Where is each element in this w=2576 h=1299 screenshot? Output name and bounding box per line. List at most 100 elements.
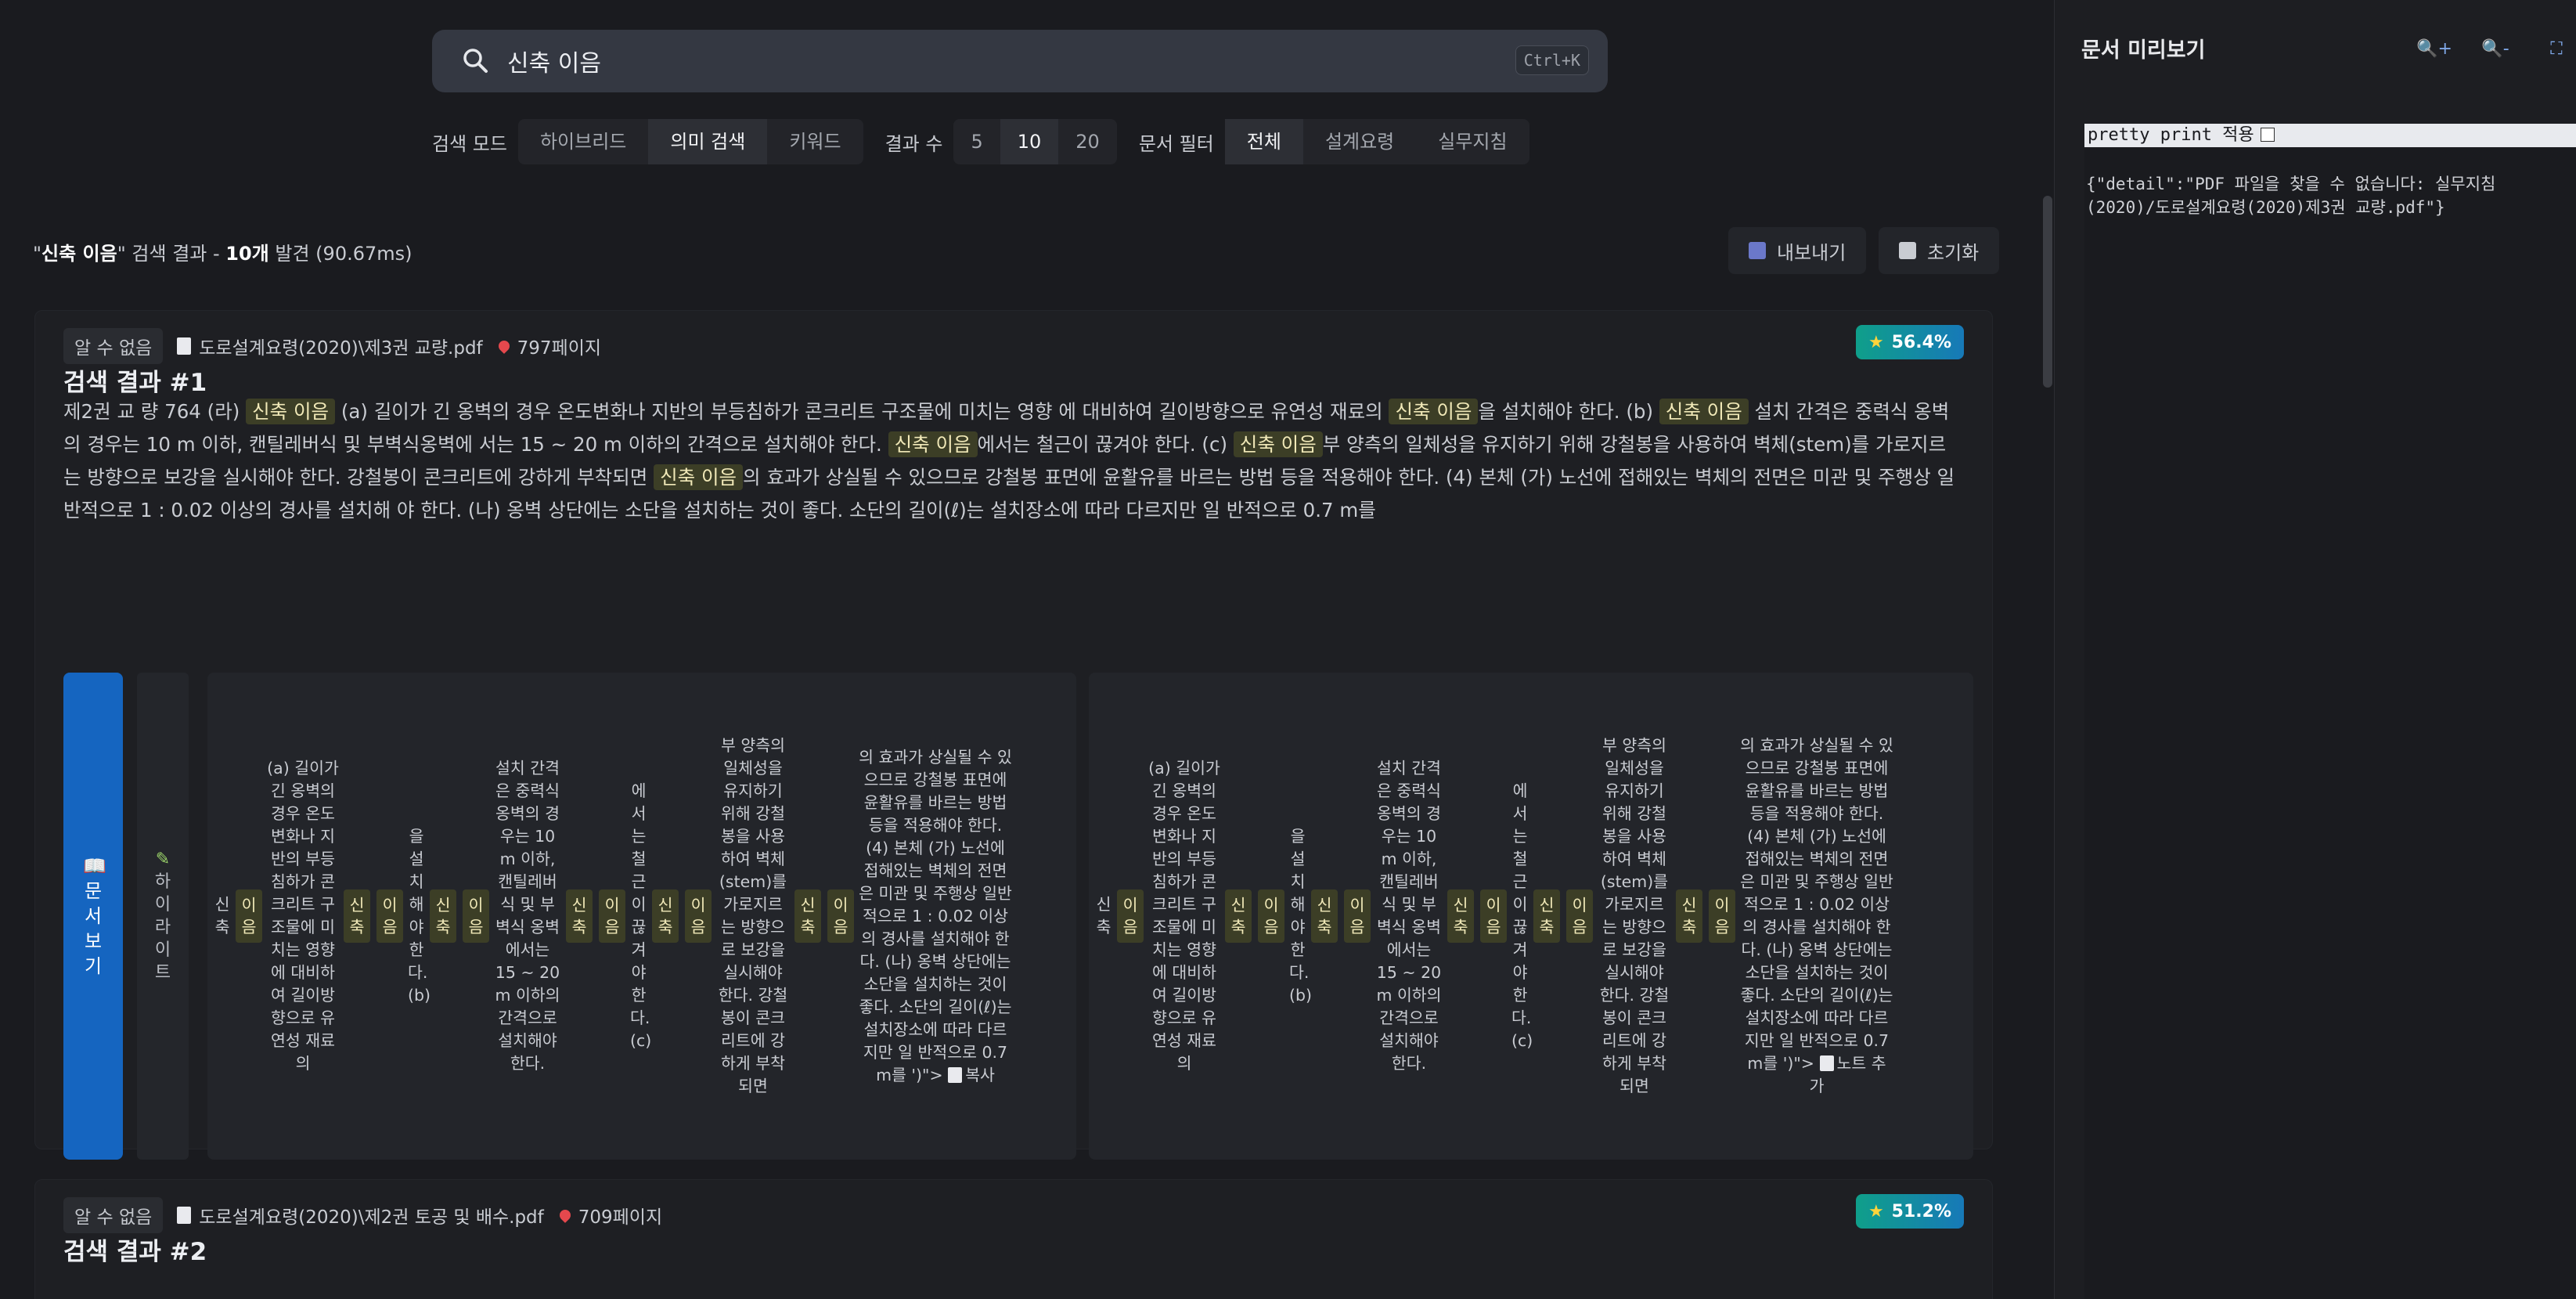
snippet-fragment: 부 양측의 일체성을 유지하기 위해 강철봉을 사용하여 벽체(stem)를 가… [718, 736, 788, 1095]
highlight-pill: 신축 [794, 889, 821, 943]
search-mode-semantic[interactable]: 의미 검색 [648, 119, 768, 164]
pencil-icon: ✎ [155, 850, 171, 869]
doc-filter-all[interactable]: 전체 [1224, 119, 1303, 164]
snippet-text: 제2권 교 량 764 (라) [63, 400, 247, 423]
category-chip: 알 수 없음 [63, 328, 164, 364]
note-icon [948, 1066, 963, 1083]
rendered-snippet-column: 신축 이음 (a) 길이가 긴 옹벽의 경우 온도변화나 지반의 부등침하가 콘크리… [1089, 673, 1973, 1160]
pretty-print-toggle[interactable]: pretty print 적용 [2084, 124, 2576, 147]
doc-filter-design-guide[interactable]: 설계요령 [1303, 119, 1416, 164]
export-button[interactable]: 내보내기 [1728, 227, 1867, 274]
highlight-pill: 신축 [566, 889, 593, 943]
score-value: 56.4% [1891, 332, 1951, 352]
result-meta: 알 수 없음 도로설계요령(2020)\제2권 토공 및 배수.pdf 709페… [63, 1197, 662, 1233]
query-highlight: 신축 이음 [1659, 399, 1749, 424]
result-card: 알 수 없음 도로설계요령(2020)\제3권 교량.pdf 797페이지 검색… [34, 310, 1993, 1160]
preview-toolbar: 🔍 + 🔍 - ⛶ [2394, 31, 2576, 66]
result-count-group: 5 10 20 [953, 119, 1117, 164]
highlight-pill: 이음 [599, 889, 625, 943]
fullscreen-icon: ⛶ [2550, 38, 2563, 59]
pretty-print-checkbox[interactable] [2260, 128, 2275, 142]
search-mode-label: 검색 모드 [432, 132, 507, 155]
doc-filter-practice-guide[interactable]: 실무지침 [1416, 119, 1529, 164]
preview-frame [2084, 124, 2576, 1299]
snippet-fragment: 을 설치해야 한다. (b) [1289, 827, 1313, 1005]
highlight-pill: 신축 [430, 889, 456, 943]
zoom-out-label: - [2502, 38, 2509, 59]
shortcut-hint: Ctrl+K [1515, 45, 1589, 75]
score-badge: ★ 56.4% [1855, 325, 1964, 359]
clipboard-icon [1749, 242, 1766, 259]
scrollbar-thumb[interactable] [2043, 196, 2052, 388]
result-title: 검색 결과 #2 [63, 1238, 207, 1266]
search-mode-hybrid[interactable]: 하이브리드 [518, 119, 648, 164]
highlight-pill: 이음 [1344, 889, 1371, 943]
score-value: 51.2% [1891, 1201, 1951, 1221]
doc-filter-label: 문서 필터 [1138, 132, 1214, 155]
highlight-pill: 신축 [1447, 889, 1474, 943]
snippet-fragment: 에서는 철근이 끊겨야 한다. (c) [1511, 781, 1533, 1050]
zoom-out-icon: 🔍 [2481, 38, 2503, 59]
snippet-fragment: 설치 간격은 중력식 옹벽의 경우는 10 m 이하, 캔틸레버식 및 부벽식 … [1376, 759, 1442, 1073]
pretty-print-label: pretty print 적용 [2088, 125, 2254, 145]
highlight-pill: 이음 [685, 889, 712, 943]
snippet-fragment: 설치 간격은 중력식 옹벽의 경우는 10 m 이하, 캔틸레버식 및 부벽식 … [495, 759, 560, 1073]
result-snippet: 제2권 교 량 764 (라) 신축 이음 (a) 길이가 긴 옹벽의 경우 온… [63, 395, 1958, 527]
result-count-10[interactable]: 10 [1000, 119, 1059, 164]
highlight-pill: 신축 [1676, 889, 1702, 943]
highlight-button[interactable]: ✎ 하이라이트 [137, 673, 189, 1160]
document-icon [177, 337, 192, 355]
snippet-fragment: 부 양측의 일체성을 유지하기 위해 강철봉을 사용하여 벽체(stem)를 가… [1599, 736, 1670, 1095]
search-bar[interactable]: Ctrl+K [432, 30, 1608, 92]
fullscreen-button[interactable]: ⛶ [2536, 31, 2576, 66]
reset-label: 초기화 [1927, 241, 1980, 264]
pin-icon [557, 1207, 573, 1223]
highlight-pill: 이음 [1566, 889, 1593, 943]
reset-button[interactable]: 초기화 [1879, 227, 2000, 274]
pin-icon [495, 338, 512, 354]
result-count-20[interactable]: 20 [1058, 119, 1117, 164]
result-meta: 알 수 없음 도로설계요령(2020)\제3권 교량.pdf 797페이지 [63, 328, 601, 364]
open-document-button[interactable]: 📖 문서보기 [63, 673, 123, 1160]
zoom-in-button[interactable]: 🔍 + [2414, 31, 2455, 66]
preview-json-body: {"detail":"PDF 파일을 찾을 수 없습니다: 실무지침 (2020… [2086, 175, 2496, 217]
highlight-pill: 신축 [1533, 889, 1560, 943]
highlight-label: 하이라이트 [154, 872, 171, 983]
query-highlight: 신축 이음 [888, 431, 978, 457]
highlight-pill: 이음 [1709, 889, 1735, 943]
document-preview-panel: 문서 미리보기 🔍 + 🔍 - ⛶ pretty print 적용 {"detail… [2054, 0, 2576, 1299]
category-chip: 알 수 없음 [63, 1197, 164, 1233]
result-count-5[interactable]: 5 [953, 119, 1000, 164]
search-icon [463, 49, 488, 73]
search-main-area: Ctrl+K 검색 모드 하이브리드 의미 검색 키워드 결과 수 5 10 2… [0, 0, 2049, 1299]
document-icon [177, 1207, 192, 1224]
star-icon: ★ [1868, 1201, 1884, 1221]
result-file: 도로설계요령(2020)\제3권 교량.pdf [199, 338, 483, 359]
snippet-fragment-text: 의 효과가 상실될 수 있으므로 강철봉 표면에 윤활유를 바르는 방법 등을 … [1740, 736, 1893, 1073]
search-options-row: 검색 모드 하이브리드 의미 검색 키워드 결과 수 5 10 20 문서 필터… [432, 119, 1551, 164]
rendered-snippet-column: 신축 이음 (a) 길이가 긴 옹벽의 경우 온도변화나 지반의 부등침하가 콘크리… [207, 673, 1076, 1160]
highlight-pill: 신축 [652, 889, 679, 943]
result-title: 검색 결과 #1 [63, 369, 207, 397]
main-scrollbar[interactable] [2038, 0, 2054, 1299]
highlight-pill: 신축 [344, 889, 370, 943]
star-icon: ★ [1868, 332, 1884, 352]
snippet-fragment: (a) 길이가 긴 옹벽의 경우 온도변화나 지반의 부등침하가 콘크리트 구조… [1148, 759, 1220, 1073]
result-page: 797페이지 [517, 338, 602, 359]
snippet-fragment: 의 효과가 상실될 수 있으므로 강철봉 표면에 윤활유를 바르는 방법 등을 … [859, 746, 1012, 1087]
summary-found: 발견 (90.67ms) [268, 243, 413, 265]
search-mode-keyword[interactable]: 키워드 [767, 119, 863, 164]
snippet-text: 을 설치해야 한다. (b) [1478, 400, 1659, 423]
highlight-pill: 이음 [236, 889, 262, 943]
snippet-action-link[interactable]: 복사 [965, 1066, 995, 1084]
query-highlight: 신축 이음 [246, 399, 336, 424]
snippet-fragment-text: 의 효과가 상실될 수 있으므로 강철봉 표면에 윤활유를 바르는 방법 등을 … [859, 747, 1012, 1084]
result-card: 알 수 없음 도로설계요령(2020)\제2권 토공 및 배수.pdf 709페… [34, 1179, 1993, 1299]
zoom-out-button[interactable]: 🔍 - [2475, 31, 2516, 66]
query-highlight: 신축 이음 [1233, 431, 1323, 457]
doc-filter-group: 전체 설계요령 실무지침 [1224, 119, 1529, 164]
search-input[interactable] [506, 46, 1448, 76]
zoom-in-icon: 🔍 [2416, 38, 2438, 59]
highlight-pill: 신축 [1311, 889, 1338, 943]
result-file: 도로설계요령(2020)\제2권 토공 및 배수.pdf [199, 1207, 544, 1228]
